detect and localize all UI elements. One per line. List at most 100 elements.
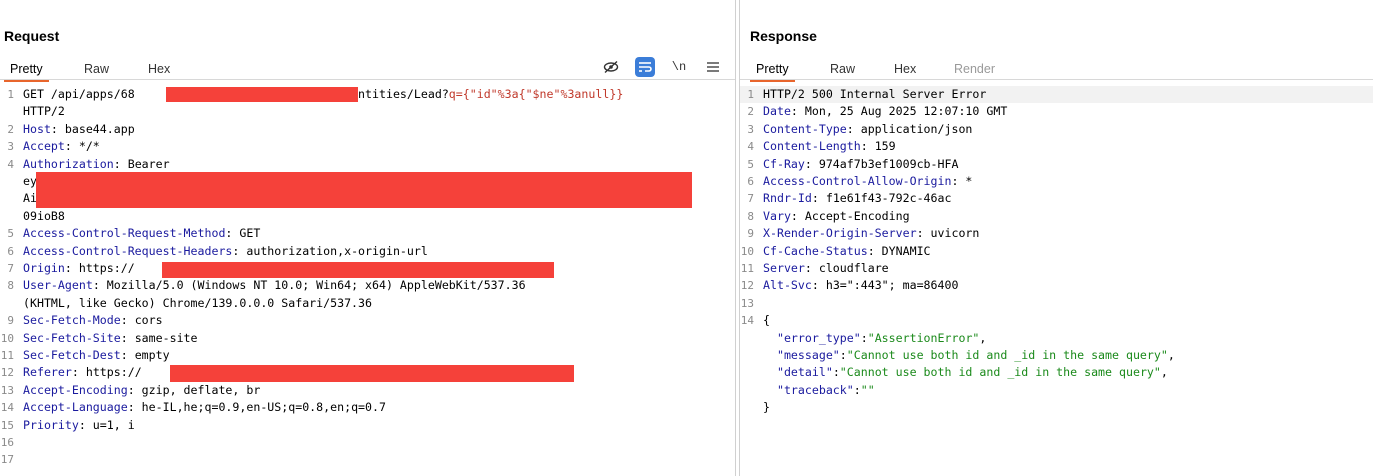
response-editor[interactable]: 1 HTTP/2 500 Internal Server Error 2 Date: … [740,86,1373,476]
json-value: "" [860,382,875,397]
header-name: Server [763,261,805,275]
hamburger-menu-icon[interactable] [703,57,723,77]
header-name: Access-Control-Request-Headers [23,243,233,258]
request-editor[interactable]: 1 GET /api/apps/68 /entities/Lead?q={"id"… [0,86,735,476]
code-line: 14 Accept-Language: he-IL,he;q=0.9,en-US;… [0,399,735,416]
header-name: Host [23,121,51,136]
text-segment: , [1160,365,1168,380]
text-segment: : f1e61f43-792c-46ac [811,191,952,206]
text-segment: : [853,382,861,397]
line-content: Server: cloudflare [763,260,889,277]
header-name: Alt-Svc [763,278,812,293]
text-segment: : GET [225,226,261,241]
header-name: Content-Length [763,139,861,154]
text-segment: : base44.app [50,121,135,136]
line-number: 4 [7,157,14,171]
header-name: Accept-Language [23,400,128,415]
request-tab-raw[interactable]: Raw [78,60,115,80]
eye-slash-icon[interactable] [601,57,621,77]
response-title: Response [750,28,817,44]
line-content: Referer: https:// [23,364,142,381]
request-tab-pretty[interactable]: Pretty [4,60,49,82]
header-name: X-Render-Origin-Server [763,226,917,241]
line-content: Accept-Encoding: gzip, deflate, br [23,382,260,399]
line-content: 09ioB8 [23,208,65,225]
newline-toggle[interactable]: \n [669,57,689,77]
line-number: 3 [747,122,754,136]
text-segment: HTTP/2 [23,104,65,119]
response-tab-render[interactable]: Render [948,60,1001,80]
text-segment: , [1167,348,1175,362]
redaction-bar [36,172,692,208]
text-segment: } [763,400,770,415]
text-segment: : */* [64,139,100,154]
text-segment: : [832,365,840,380]
line-number: 10 [0,331,14,345]
line-content: Sec-Fetch-Dest: empty [23,347,170,364]
line-number: 2 [747,105,754,119]
line-number: 6 [7,244,14,258]
line-content: "traceback":"" [763,382,875,399]
code-line: 1 HTTP/2 500 Internal Server Error [740,86,1373,104]
request-toolbar: \n [601,56,723,78]
header-name: Referer [23,365,72,380]
code-line: 17 [0,451,735,468]
code-line: 15 Priority: u=1, i [0,417,735,434]
text-segment: : he-IL,he;q=0.9,en-US;q=0.8,en;q=0.7 [127,400,386,415]
line-content: Authorization: Bearer [23,156,170,173]
header-name: Accept-Encoding [23,382,128,397]
line-number: 9 [747,227,754,241]
text-segment: : empty [120,348,170,362]
line-number: 7 [747,192,754,206]
text-segment: : authorization,x-origin-url [232,243,428,258]
text-segment: : Mozilla/5.0 (Windows NT 10.0; Win64; x… [92,278,526,293]
header-name: Origin [23,261,65,275]
line-content: "message":"Cannot use both id and _id in… [763,347,1175,364]
line-content: (KHTML, like Gecko) Chrome/139.0.0.0 Saf… [23,295,372,312]
redaction-bar [166,87,358,102]
line-content: Origin: https:// [23,260,135,277]
header-name: Cf-Ray [763,156,805,171]
code-line: 9 X-Render-Origin-Server: uvicorn [740,225,1373,242]
wrap-lines-icon[interactable] [635,57,655,77]
header-name: User-Agent [23,278,93,293]
text-segment: : same-site [120,330,198,345]
line-number: 17 [0,453,14,467]
code-line: 4 Authorization: Bearer [0,156,735,173]
header-name: Sec-Fetch-Dest [23,348,121,362]
line-number: 14 [740,314,754,328]
code-line: } [740,399,1373,416]
code-line: HTTP/2 [0,103,735,120]
text-segment: : Mon, 25 Aug 2025 12:07:10 GMT [790,104,1008,119]
line-number: 12 [740,279,754,293]
line-content: Access-Control-Allow-Origin: * [763,173,972,190]
line-number: 8 [7,279,14,293]
line-content: Cf-Ray: 974af7b3ef1009cb-HFA [763,156,958,173]
text-segment: : h3=":443"; ma=86400 [811,278,959,293]
request-tab-hex[interactable]: Hex [142,60,176,80]
line-number: 1 [747,88,754,101]
json-value: "Cannot use both id and _id in the same … [846,348,1168,362]
code-line: 3 Accept: */* [0,138,735,155]
line-content: { [763,312,770,329]
text-segment: : * [951,174,973,188]
line-content: Cf-Cache-Status: DYNAMIC [763,243,931,260]
response-pane: Response Pretty Raw Hex Render 1 HTTP/2 5… [740,0,1373,476]
line-number: 14 [0,401,14,415]
response-tab-hex[interactable]: Hex [888,60,922,80]
line-content: Content-Length: 159 [763,138,896,155]
response-tab-raw[interactable]: Raw [824,60,861,80]
line-content: Rndr-Id: f1e61f43-792c-46ac [763,190,951,207]
line-number: 13 [0,383,14,397]
json-value: "AssertionError" [867,330,980,345]
code-line: 10 Cf-Cache-Status: DYNAMIC [740,243,1373,260]
code-line: "traceback":"" [740,382,1373,399]
response-tab-pretty[interactable]: Pretty [750,60,795,82]
header-name: Sec-Fetch-Site [23,330,121,345]
header-name: Access-Control-Request-Method [23,226,226,241]
code-line: 16 [0,434,735,451]
text-segment: : uvicorn [916,226,980,241]
code-line: 4 Content-Length: 159 [740,138,1373,155]
header-name: Sec-Fetch-Mode [23,313,121,328]
line-number: 1 [7,88,14,101]
